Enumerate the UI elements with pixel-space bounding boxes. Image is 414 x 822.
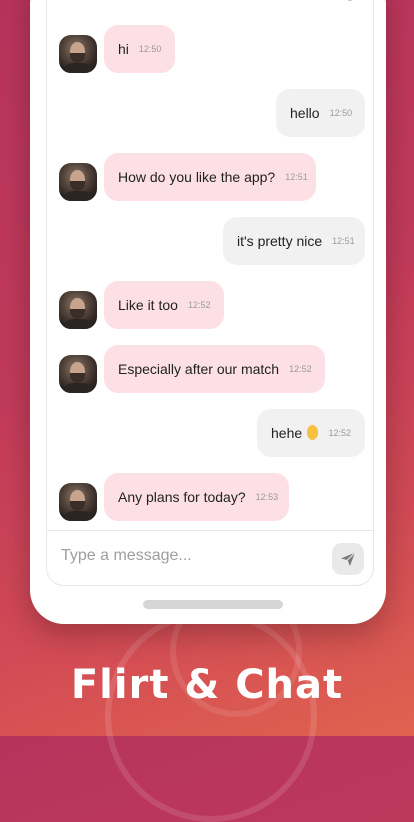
incoming-message-bubble[interactable]: Like it too 12:52 xyxy=(104,281,224,329)
message-time: 12:52 xyxy=(328,428,351,438)
message-time: 12:51 xyxy=(285,172,308,182)
avatar[interactable] xyxy=(59,483,97,521)
smiling-face-emoji-icon xyxy=(307,424,319,440)
message-text: How do you like the app? xyxy=(118,169,276,185)
scroll-indicator xyxy=(347,0,353,1)
message-row: Any plans for today? 12:53 xyxy=(47,473,373,523)
message-time: 12:53 xyxy=(255,492,279,502)
message-row: How do you like the app? 12:51 xyxy=(47,153,373,203)
home-indicator xyxy=(143,600,283,609)
message-row: hehe 12:52 xyxy=(47,409,373,459)
message-input[interactable] xyxy=(59,539,323,573)
message-time: 12:51 xyxy=(332,236,355,246)
composer-divider xyxy=(47,530,373,531)
message-text: Any plans for today? xyxy=(118,489,246,505)
outgoing-message-bubble[interactable]: hello 12:50 xyxy=(276,89,365,137)
outgoing-message-bubble[interactable]: hehe 12:52 xyxy=(257,409,365,457)
message-row: Especially after our match 12:52 xyxy=(47,345,373,395)
message-row: Like it too 12:52 xyxy=(47,281,373,331)
message-text: Like it too xyxy=(118,297,178,313)
incoming-message-bubble[interactable]: Especially after our match 12:52 xyxy=(104,345,325,393)
promo-tagline: Flirt & Chat xyxy=(70,662,344,708)
message-text: hi xyxy=(118,41,129,57)
chat-screen: hi 12:50 hello 12:50 How do you like the… xyxy=(46,0,374,586)
incoming-message-bubble[interactable]: How do you like the app? 12:51 xyxy=(104,153,316,201)
message-time: 12:52 xyxy=(187,300,211,310)
message-row: it's pretty nice 12:51 xyxy=(47,217,373,267)
avatar[interactable] xyxy=(59,355,97,393)
avatar[interactable] xyxy=(59,291,97,329)
message-time: 12:50 xyxy=(329,108,353,118)
send-icon xyxy=(341,552,356,566)
message-text: Especially after our match xyxy=(118,361,280,377)
avatar[interactable] xyxy=(59,163,97,201)
avatar[interactable] xyxy=(59,35,97,73)
outgoing-message-bubble[interactable]: it's pretty nice 12:51 xyxy=(223,217,365,265)
message-text: hehe xyxy=(271,425,303,441)
incoming-message-bubble[interactable]: Any plans for today? 12:53 xyxy=(104,473,289,521)
message-text: it's pretty nice xyxy=(237,233,323,249)
incoming-message-bubble[interactable]: hi 12:50 xyxy=(104,25,175,73)
message-row: hi 12:50 xyxy=(47,25,373,75)
message-row: hello 12:50 xyxy=(47,89,373,139)
message-time: 12:52 xyxy=(289,364,312,374)
message-text: hello xyxy=(290,105,320,121)
message-time: 12:50 xyxy=(138,44,162,54)
send-button[interactable] xyxy=(332,543,364,575)
